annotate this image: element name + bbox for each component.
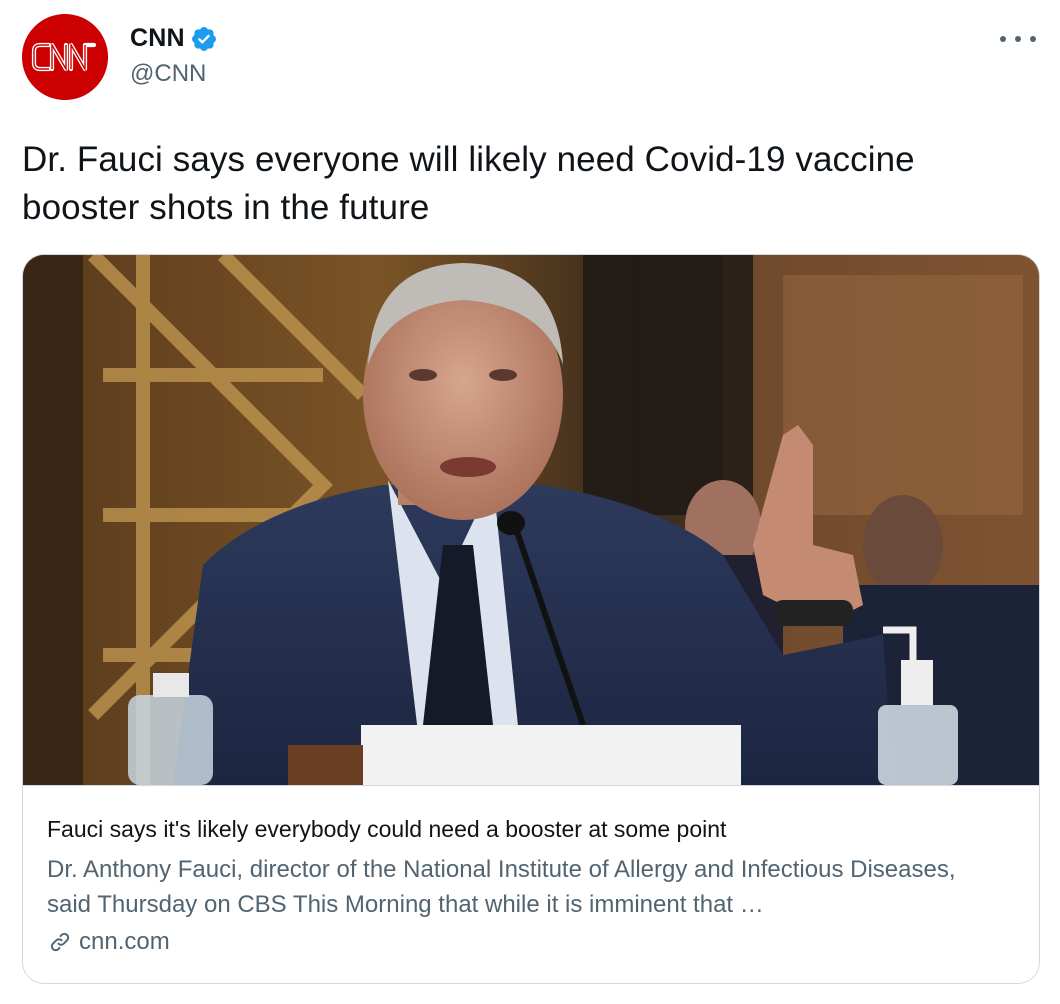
card-title[interactable]: Fauci says it's likely everybody could n… [47,814,1017,844]
tweet-text: Dr. Fauci says everyone will likely need… [22,140,915,227]
card-domain-text[interactable]: cnn.com [79,928,170,956]
card-description: Dr. Anthony Fauci, director of the Natio… [47,856,956,918]
card-domain[interactable]: cnn.com [47,928,1017,956]
verified-badge-icon [191,26,216,51]
more-options-button[interactable] [1000,28,1036,50]
dot-icon [1030,36,1036,42]
link-icon [50,932,70,952]
author-handle[interactable]: @CNN [130,60,206,88]
card-body[interactable]: Fauci says it's likely everybody could n… [23,785,1039,983]
link-card[interactable]: Fauci says it's likely everybody could n… [22,254,1040,984]
author-name-row[interactable]: CNN [130,24,218,53]
cnn-logo-icon [22,14,108,100]
news-photo-icon [23,255,1039,785]
avatar[interactable] [22,14,108,100]
dot-icon [1015,36,1021,42]
card-image[interactable] [23,255,1039,785]
dot-icon [1000,36,1006,42]
display-name[interactable]: CNN [130,24,185,53]
